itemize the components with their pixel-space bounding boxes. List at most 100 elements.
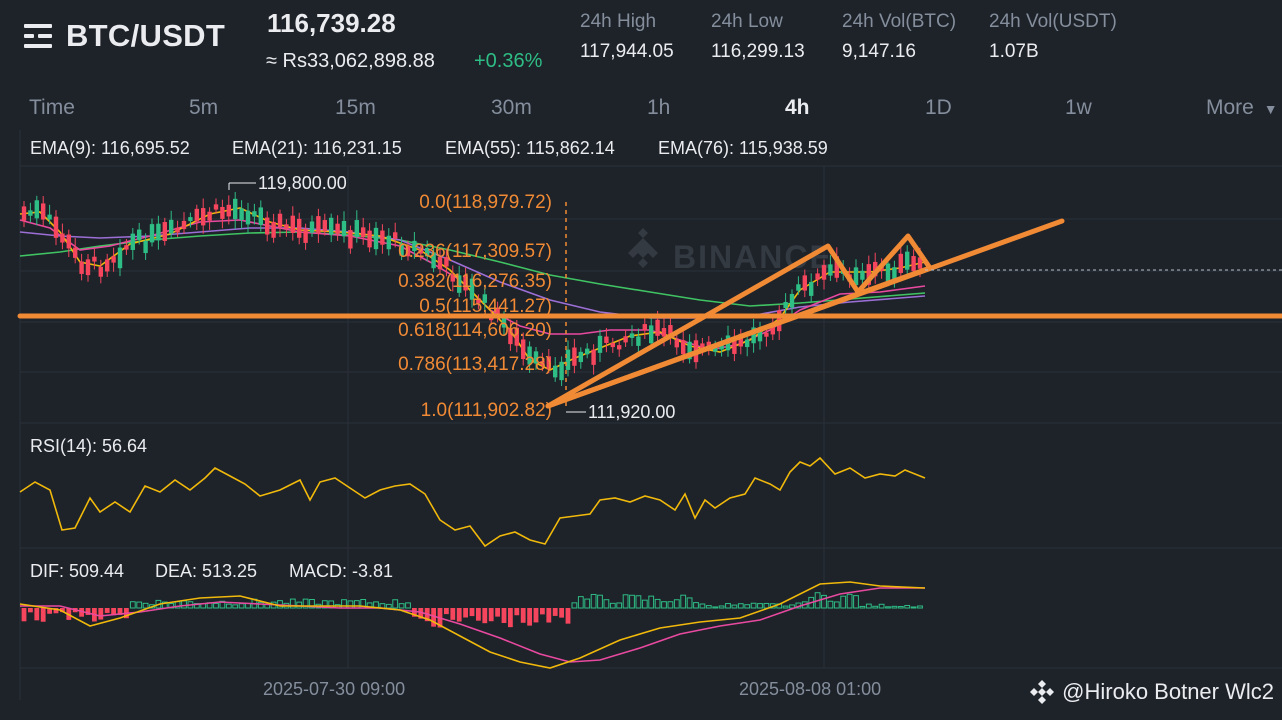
candle-body <box>245 210 251 225</box>
candle-body <box>233 198 238 220</box>
macd-bar <box>629 594 635 609</box>
macd-bar <box>891 605 898 609</box>
candle-body <box>591 349 596 365</box>
candle-body <box>572 347 577 366</box>
candle-body <box>815 273 820 280</box>
macd-bar <box>910 606 917 609</box>
macd-bar <box>827 600 834 609</box>
candle-body <box>41 203 46 220</box>
fib-level-786: 0.786(113,417.28) <box>398 354 552 375</box>
candle-body <box>911 256 916 272</box>
candle-body <box>629 333 635 338</box>
dif-label: DIF: 509.44 <box>30 561 125 581</box>
macd-bar <box>705 605 712 609</box>
candle-body <box>905 251 910 270</box>
candle-body <box>341 220 347 237</box>
macd-bar <box>661 601 667 609</box>
macd-bar <box>398 603 405 609</box>
candle-body <box>604 336 609 343</box>
candle-body <box>642 324 647 331</box>
candle-body <box>105 259 110 272</box>
candle-body <box>124 245 129 250</box>
candle-body <box>239 208 244 220</box>
candle-body <box>92 256 97 262</box>
macd-bar <box>353 600 360 609</box>
candle-body <box>252 211 257 217</box>
macd-bar <box>98 608 104 620</box>
candle-body <box>329 217 334 235</box>
candle-body <box>303 228 308 243</box>
macd-bar <box>737 603 744 609</box>
watermark-text: @Hiroko Botner Wlc2 <box>1062 679 1274 704</box>
candle-body <box>745 339 750 348</box>
candle-body <box>674 339 679 348</box>
macd-bar <box>878 603 885 609</box>
macd-bar <box>846 593 853 609</box>
candle-body <box>373 227 379 250</box>
macd-bar <box>296 601 303 609</box>
macd-bar <box>34 608 40 621</box>
macd-bar <box>673 599 680 609</box>
macd-bar <box>385 603 392 609</box>
macd-bar <box>40 608 46 622</box>
candle-body <box>597 335 603 353</box>
macd-bar <box>622 594 629 609</box>
macd-bar <box>232 604 239 609</box>
macd-bar <box>641 599 648 609</box>
candle-body <box>649 325 654 344</box>
candle-body <box>316 216 321 234</box>
chart-canvas[interactable]: BINANCE 0.0(118,979.72) 0.236(117,309.57… <box>0 0 1282 720</box>
macd-bar <box>495 608 500 617</box>
macd-bar <box>444 608 449 615</box>
candle-body <box>860 270 865 280</box>
macd-bar <box>104 608 110 613</box>
macd-bar <box>744 604 751 609</box>
macd-label: MACD: -3.81 <box>289 561 394 581</box>
macd-bar <box>565 608 571 624</box>
macd-bar <box>584 598 591 609</box>
macd-bar <box>450 608 456 620</box>
macd-bar <box>181 600 187 609</box>
candle-body <box>207 211 212 221</box>
candle-body <box>130 233 135 250</box>
candle-body <box>79 261 84 274</box>
candle-body <box>789 293 795 308</box>
candle-body <box>821 265 827 280</box>
fib-level-0: 0.0(118,979.72) <box>419 192 552 213</box>
macd-bar <box>501 608 507 624</box>
macd-bar <box>840 595 847 609</box>
candle-body <box>885 263 891 282</box>
candle-body <box>213 204 219 210</box>
macd-bar <box>635 595 642 609</box>
macd-bar <box>463 608 468 618</box>
candle-body <box>796 284 801 291</box>
macd-bar <box>469 608 475 617</box>
macd-bar <box>597 594 603 609</box>
candle-body <box>284 224 289 229</box>
x-axis-label: 2025-07-30 09:00 <box>263 679 406 699</box>
candle-body <box>636 336 641 346</box>
macd-bar <box>654 598 661 609</box>
macd-bar <box>456 608 462 622</box>
macd-bar <box>904 604 911 609</box>
macd-bar <box>853 595 859 609</box>
candle-body <box>156 223 161 241</box>
fib-level-618: 0.618(114,606.20) <box>398 320 552 341</box>
candle-body <box>764 332 769 337</box>
macd-bar <box>559 608 564 618</box>
candle-body <box>828 264 833 276</box>
candle-body <box>559 361 564 381</box>
macd-bar <box>546 608 552 623</box>
macd-bar <box>686 597 693 609</box>
candle-body <box>34 200 39 219</box>
candle-body <box>169 219 174 234</box>
candle-body <box>367 230 372 248</box>
candle-body <box>783 301 788 309</box>
macd-bar <box>725 603 731 609</box>
candle-body <box>85 259 91 276</box>
macd-bar <box>609 602 616 609</box>
macd-bar <box>129 601 136 609</box>
low-marker-label: 111,920.00 <box>588 402 675 422</box>
macd-bar <box>693 602 699 609</box>
macd-bar <box>859 605 866 609</box>
